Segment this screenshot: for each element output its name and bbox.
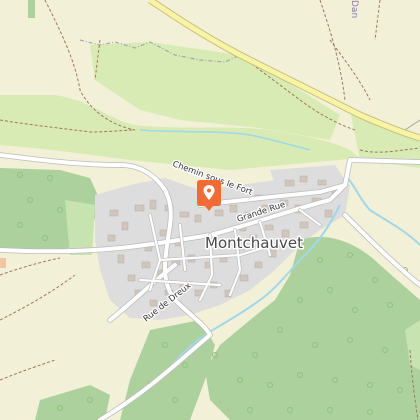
map-canvas: Chemin sous le Fort Grande Rue Rue de Dr… [0, 0, 420, 420]
map-view[interactable]: Chemin sous le Fort Grande Rue Rue de Dr… [0, 0, 420, 420]
road-label-edge: Dan [349, 0, 359, 18]
small-feature [0, 258, 6, 268]
meadow-west [65, 200, 95, 255]
place-label-montchauvet: Montchauvet [205, 234, 303, 252]
